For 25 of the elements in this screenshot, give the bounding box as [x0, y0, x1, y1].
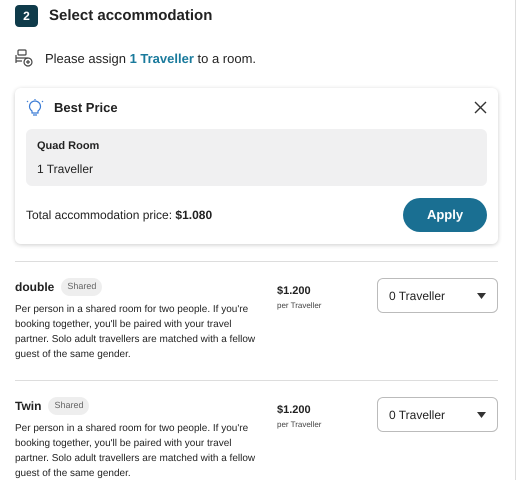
total-price-text: Total accommodation price: $1.080 — [26, 207, 212, 224]
dropdown-caret-icon — [477, 412, 486, 418]
room-tag: Shared — [48, 397, 90, 415]
room-tag: Shared — [61, 278, 102, 296]
room-price: $1.200 — [277, 284, 312, 299]
close-icon[interactable] — [474, 101, 487, 114]
traveller-select[interactable]: 0 Traveller — [377, 278, 498, 313]
room-travellers: 1 Traveller — [37, 161, 94, 178]
room-price: $1.200 — [277, 403, 312, 418]
step-badge: 2 — [15, 5, 38, 28]
instruction-text: Please assign 1 Traveller to a room. — [45, 50, 256, 68]
apply-button[interactable]: Apply — [403, 198, 487, 232]
bed-add-icon — [15, 49, 34, 68]
dropdown-caret-icon — [477, 292, 486, 298]
card-title: Best Price — [54, 99, 118, 117]
price-unit: per Traveller — [277, 418, 322, 430]
room-name: Quad Room — [37, 138, 100, 154]
room-type-name: Twin — [15, 398, 42, 415]
section-title: Select accommodation — [49, 6, 212, 26]
room-description: Per person in a shared room for two people. If you're booking together, you'll be paired with your travel partner. Solo adult travellers are matched with a fellow guest of the same gender. — [15, 303, 256, 362]
traveller-select[interactable]: 0 Traveller — [377, 397, 498, 432]
room-description: Per person in a shared room for two people. If you're booking together, you'll be paired with your travel partner. Solo adult travellers are matched with a fellow guest of the same gender. — [15, 422, 256, 480]
lightbulb-icon — [26, 98, 44, 117]
room-type-name: double — [15, 279, 54, 296]
price-unit: per Traveller — [277, 300, 322, 312]
